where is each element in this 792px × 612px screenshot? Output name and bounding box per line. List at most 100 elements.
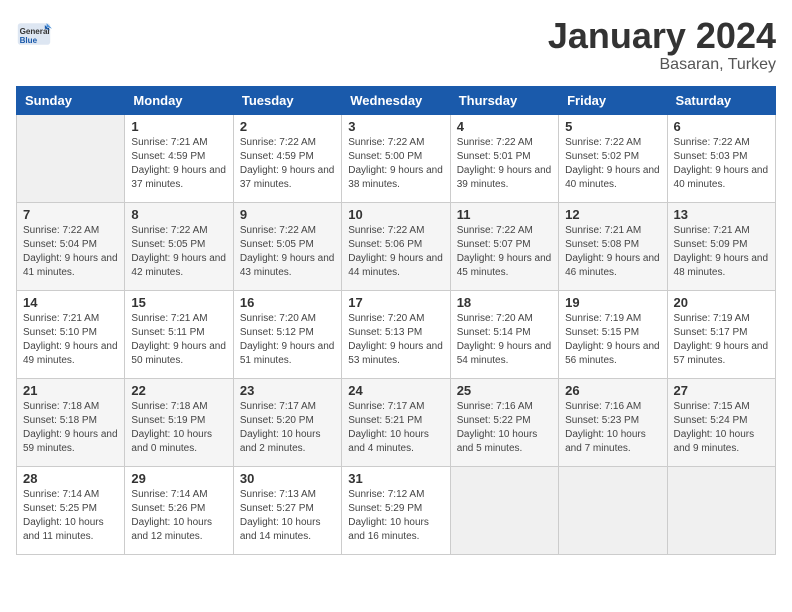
week-row: 1 Sunrise: 7:21 AMSunset: 4:59 PMDaylight… (17, 114, 776, 202)
calendar-cell: 23 Sunrise: 7:17 AMSunset: 5:20 PMDayligh… (233, 378, 341, 466)
day-number: 17 (348, 295, 443, 310)
calendar-cell: 5 Sunrise: 7:22 AMSunset: 5:02 PMDaylight… (559, 114, 667, 202)
week-row: 28 Sunrise: 7:14 AMSunset: 5:25 PMDayligh… (17, 466, 776, 554)
calendar-cell: 24Sunrise: 7:17 AMSunset: 5:21 PMDayligh… (342, 378, 450, 466)
calendar-cell: 2 Sunrise: 7:22 AMSunset: 4:59 PMDaylight… (233, 114, 341, 202)
col-header-thursday: Thursday (450, 86, 558, 114)
day-number: 30 (240, 471, 335, 486)
day-info: Sunrise: 7:20 AMSunset: 5:12 PMDaylight:… (240, 312, 335, 368)
day-info: Sunrise: 7:21 AMSunset: 5:10 PMDaylight:… (23, 312, 118, 368)
day-info: Sunrise: 7:17 AMSunset: 5:20 PMDaylight:… (240, 400, 335, 456)
day-number: 27 (674, 383, 769, 398)
calendar-subtitle: Basaran, Turkey (548, 56, 776, 74)
day-number: 19 (565, 295, 660, 310)
calendar-cell: 21 Sunrise: 7:18 AMSunset: 5:18 PMDayligh… (17, 378, 125, 466)
col-header-saturday: Saturday (667, 86, 775, 114)
week-row: 14 Sunrise: 7:21 AMSunset: 5:10 PMDayligh… (17, 290, 776, 378)
calendar-cell: 30 Sunrise: 7:13 AMSunset: 5:27 PMDayligh… (233, 466, 341, 554)
col-header-monday: Monday (125, 86, 233, 114)
calendar-cell: 28 Sunrise: 7:14 AMSunset: 5:25 PMDayligh… (17, 466, 125, 554)
day-number: 16 (240, 295, 335, 310)
day-number: 5 (565, 119, 660, 134)
calendar-cell: 6 Sunrise: 7:22 AMSunset: 5:03 PMDaylight… (667, 114, 775, 202)
day-info: Sunrise: 7:22 AMSunset: 5:02 PMDaylight:… (565, 136, 660, 192)
day-info: Sunrise: 7:14 AMSunset: 5:25 PMDaylight:… (23, 488, 118, 544)
calendar-cell: 16 Sunrise: 7:20 AMSunset: 5:12 PMDayligh… (233, 290, 341, 378)
day-number: 15 (131, 295, 226, 310)
calendar-cell: 31Sunrise: 7:12 AMSunset: 5:29 PMDayligh… (342, 466, 450, 554)
day-number: 22 (131, 383, 226, 398)
day-info: Sunrise: 7:21 AMSunset: 5:09 PMDaylight:… (674, 224, 769, 280)
day-info: Sunrise: 7:21 AMSunset: 4:59 PMDaylight:… (131, 136, 226, 192)
day-info: Sunrise: 7:22 AMSunset: 5:05 PMDaylight:… (240, 224, 335, 280)
calendar-cell: 9 Sunrise: 7:22 AMSunset: 5:05 PMDaylight… (233, 202, 341, 290)
day-info: Sunrise: 7:20 AMSunset: 5:13 PMDaylight:… (348, 312, 443, 368)
col-header-wednesday: Wednesday (342, 86, 450, 114)
svg-text:Blue: Blue (20, 36, 38, 45)
day-info: Sunrise: 7:22 AMSunset: 5:05 PMDaylight:… (131, 224, 226, 280)
calendar-cell: 13 Sunrise: 7:21 AMSunset: 5:09 PMDayligh… (667, 202, 775, 290)
day-number: 2 (240, 119, 335, 134)
day-number: 28 (23, 471, 118, 486)
calendar-cell: 27 Sunrise: 7:15 AMSunset: 5:24 PMDayligh… (667, 378, 775, 466)
calendar-cell: 4 Sunrise: 7:22 AMSunset: 5:01 PMDaylight… (450, 114, 558, 202)
day-info: Sunrise: 7:18 AMSunset: 5:18 PMDaylight:… (23, 400, 118, 456)
day-info: Sunrise: 7:22 AMSunset: 4:59 PMDaylight:… (240, 136, 335, 192)
logo-icon: General Blue (16, 16, 52, 52)
col-header-friday: Friday (559, 86, 667, 114)
day-number: 10 (348, 207, 443, 222)
calendar-cell: 15 Sunrise: 7:21 AMSunset: 5:11 PMDayligh… (125, 290, 233, 378)
day-number: 11 (457, 207, 552, 222)
day-number: 13 (674, 207, 769, 222)
day-info: Sunrise: 7:22 AMSunset: 5:00 PMDaylight:… (348, 136, 443, 192)
day-info: Sunrise: 7:13 AMSunset: 5:27 PMDaylight:… (240, 488, 335, 544)
calendar-cell: 11 Sunrise: 7:22 AMSunset: 5:07 PMDayligh… (450, 202, 558, 290)
day-number: 24 (348, 383, 443, 398)
day-info: Sunrise: 7:22 AMSunset: 5:07 PMDaylight:… (457, 224, 552, 280)
calendar-cell: 19 Sunrise: 7:19 AMSunset: 5:15 PMDayligh… (559, 290, 667, 378)
day-info: Sunrise: 7:22 AMSunset: 5:06 PMDaylight:… (348, 224, 443, 280)
day-info: Sunrise: 7:21 AMSunset: 5:08 PMDaylight:… (565, 224, 660, 280)
day-number: 26 (565, 383, 660, 398)
calendar-cell (450, 466, 558, 554)
day-info: Sunrise: 7:22 AMSunset: 5:03 PMDaylight:… (674, 136, 769, 192)
calendar-cell: 17 Sunrise: 7:20 AMSunset: 5:13 PMDayligh… (342, 290, 450, 378)
day-number: 29 (131, 471, 226, 486)
day-number: 25 (457, 383, 552, 398)
day-number: 14 (23, 295, 118, 310)
day-number: 3 (348, 119, 443, 134)
calendar-cell: 3 Sunrise: 7:22 AMSunset: 5:00 PMDaylight… (342, 114, 450, 202)
day-info: Sunrise: 7:12 AMSunset: 5:29 PMDaylight:… (348, 488, 443, 544)
day-info: Sunrise: 7:19 AMSunset: 5:15 PMDaylight:… (565, 312, 660, 368)
day-info: Sunrise: 7:22 AMSunset: 5:04 PMDaylight:… (23, 224, 118, 280)
calendar-table: SundayMondayTuesdayWednesdayThursdayFrid… (16, 86, 776, 555)
day-number: 4 (457, 119, 552, 134)
calendar-cell: 12 Sunrise: 7:21 AMSunset: 5:08 PMDayligh… (559, 202, 667, 290)
calendar-cell: 26Sunrise: 7:16 AMSunset: 5:23 PMDayligh… (559, 378, 667, 466)
calendar-cell: 14 Sunrise: 7:21 AMSunset: 5:10 PMDayligh… (17, 290, 125, 378)
day-info: Sunrise: 7:16 AMSunset: 5:22 PMDaylight:… (457, 400, 552, 456)
calendar-cell (17, 114, 125, 202)
day-number: 21 (23, 383, 118, 398)
day-info: Sunrise: 7:14 AMSunset: 5:26 PMDaylight:… (131, 488, 226, 544)
day-info: Sunrise: 7:18 AMSunset: 5:19 PMDaylight:… (131, 400, 226, 456)
day-info: Sunrise: 7:22 AMSunset: 5:01 PMDaylight:… (457, 136, 552, 192)
calendar-cell: 20Sunrise: 7:19 AMSunset: 5:17 PMDayligh… (667, 290, 775, 378)
day-number: 6 (674, 119, 769, 134)
calendar-cell: 18Sunrise: 7:20 AMSunset: 5:14 PMDayligh… (450, 290, 558, 378)
day-number: 18 (457, 295, 552, 310)
day-info: Sunrise: 7:21 AMSunset: 5:11 PMDaylight:… (131, 312, 226, 368)
day-number: 1 (131, 119, 226, 134)
calendar-cell: 1 Sunrise: 7:21 AMSunset: 4:59 PMDaylight… (125, 114, 233, 202)
day-number: 8 (131, 207, 226, 222)
calendar-cell: 22 Sunrise: 7:18 AMSunset: 5:19 PMDayligh… (125, 378, 233, 466)
day-number: 9 (240, 207, 335, 222)
day-number: 12 (565, 207, 660, 222)
day-number: 20 (674, 295, 769, 310)
day-number: 23 (240, 383, 335, 398)
day-info: Sunrise: 7:15 AMSunset: 5:24 PMDaylight:… (674, 400, 769, 456)
title-block: January 2024 Basaran, Turkey (548, 16, 776, 74)
col-header-tuesday: Tuesday (233, 86, 341, 114)
calendar-cell (667, 466, 775, 554)
calendar-cell: 10 Sunrise: 7:22 AMSunset: 5:06 PMDayligh… (342, 202, 450, 290)
